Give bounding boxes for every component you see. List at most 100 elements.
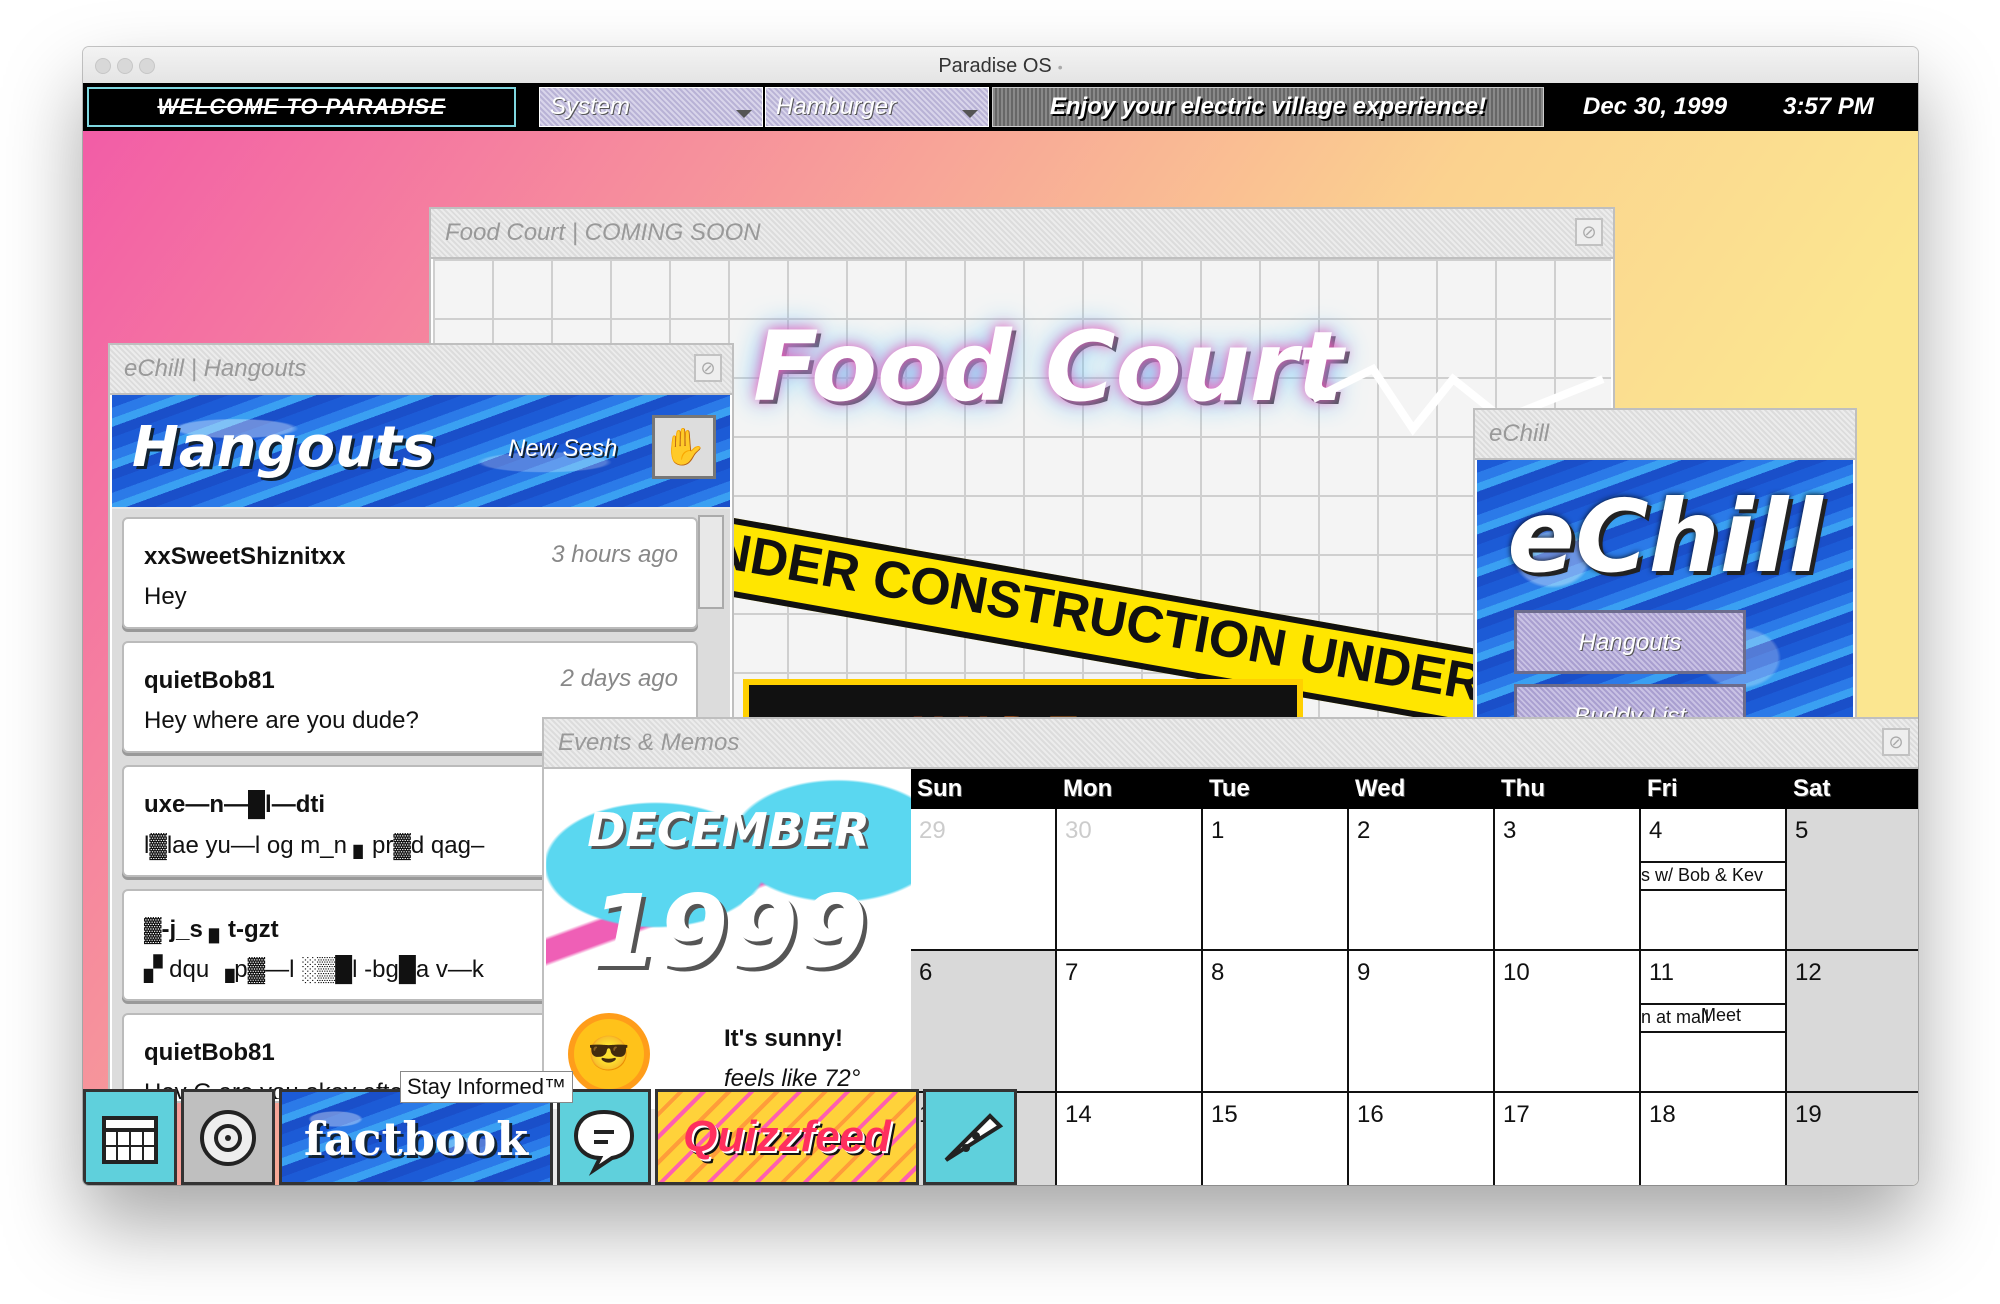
hangouts-button[interactable]: Hangouts bbox=[1514, 610, 1746, 674]
calendar-day[interactable]: 4 s w/ Bob & Kev bbox=[1641, 809, 1787, 951]
calendar-day[interactable]: 19 bbox=[1787, 1093, 1918, 1185]
pizza-dock-button[interactable] bbox=[923, 1089, 1017, 1185]
window-title: Paradise OS bbox=[938, 55, 1052, 77]
message-body: l▓lae yu—l og m_n ▖pr▓d qag– bbox=[144, 832, 485, 859]
calendar-day[interactable]: 30 bbox=[1057, 809, 1203, 951]
disc-dock-button[interactable] bbox=[181, 1089, 275, 1185]
factbook-dock-button[interactable]: factbook bbox=[279, 1089, 553, 1185]
calendar-day[interactable]: 1 bbox=[1203, 809, 1349, 951]
chat-dock-button[interactable] bbox=[557, 1089, 651, 1185]
clock-time: 3:57 PM bbox=[1783, 93, 1874, 120]
clock-date: Dec 30, 1999 bbox=[1583, 93, 1728, 120]
day-header: Tue bbox=[1209, 775, 1250, 802]
quizzfeed-label: Quizzfeed bbox=[683, 1112, 891, 1161]
calendar-day[interactable]: 14 bbox=[1057, 1093, 1203, 1185]
pizza-icon bbox=[944, 1113, 1004, 1162]
day-number: 9 bbox=[1357, 959, 1371, 986]
day-number: 15 bbox=[1211, 1101, 1238, 1128]
disc-icon bbox=[200, 1110, 256, 1166]
calendar-day[interactable]: 15 bbox=[1203, 1093, 1349, 1185]
message-body: Hey bbox=[144, 583, 187, 610]
calendar-day[interactable]: 5 bbox=[1787, 809, 1918, 951]
calendar-day[interactable]: 3 bbox=[1495, 809, 1641, 951]
sun-icon: 😎 bbox=[574, 1019, 644, 1089]
day-number: 10 bbox=[1503, 959, 1530, 986]
day-number: 18 bbox=[1649, 1101, 1676, 1128]
message-user: xxSweetShiznitxx bbox=[144, 543, 346, 570]
message-user: uxe—n—█l—dti bbox=[144, 791, 326, 818]
day-number: 1 bbox=[1211, 817, 1225, 844]
system-menu[interactable]: System bbox=[539, 87, 763, 127]
calendar-dock-button[interactable] bbox=[83, 1089, 177, 1185]
close-icon[interactable]: ⊘ bbox=[694, 354, 722, 382]
calendar-event[interactable]: Meet bbox=[1701, 1005, 1741, 1026]
events-window-title: Events & Memos bbox=[558, 729, 740, 756]
list-item[interactable]: xxSweetShiznitxx 3 hours ago Hey bbox=[122, 517, 698, 629]
food-court-title: Food Court | COMING SOON bbox=[445, 219, 761, 246]
day-header: Wed bbox=[1355, 775, 1406, 802]
hamburger-menu[interactable]: Hamburger bbox=[765, 87, 989, 127]
day-number: 30 bbox=[1065, 817, 1092, 844]
year-label: 1999 bbox=[589, 873, 868, 990]
calendar-day[interactable]: 7 bbox=[1057, 951, 1203, 1093]
calendar-day[interactable]: 29 bbox=[911, 809, 1057, 951]
weather-status: It's sunny! bbox=[724, 1025, 844, 1052]
chevron-down-icon bbox=[736, 110, 752, 118]
calendar-day[interactable]: 16 bbox=[1349, 1093, 1495, 1185]
message-user: quietBob81 bbox=[144, 1039, 275, 1066]
hangouts-titlebar[interactable]: eChill | Hangouts bbox=[110, 345, 732, 395]
day-header: Sun bbox=[917, 775, 963, 802]
message-time: 3 hours ago bbox=[551, 541, 678, 568]
calendar-day[interactable]: 9 bbox=[1349, 951, 1495, 1093]
app-window: Paradise OS • WELCOME TO PARADISE System … bbox=[83, 47, 1918, 1185]
day-header: Mon bbox=[1063, 775, 1113, 802]
month-label: DECEMBER bbox=[587, 803, 870, 857]
food-court-titlebar[interactable]: Food Court | COMING SOON bbox=[431, 209, 1613, 259]
day-number: 7 bbox=[1065, 959, 1079, 986]
welcome-banner: WELCOME TO PARADISE bbox=[87, 87, 516, 127]
factbook-label: factbook bbox=[303, 1112, 529, 1166]
echill-logo: eChill bbox=[1507, 478, 1823, 595]
events-titlebar[interactable]: Events & Memos bbox=[544, 719, 1918, 769]
calendar-header: Sun Mon Tue Wed Thu Fri Sat bbox=[911, 769, 1918, 809]
message-body: Hey where are you dude? bbox=[144, 707, 419, 734]
message-user: ▓-j_s ▖t-gzt bbox=[144, 916, 279, 943]
new-sesh-label: New Sesh bbox=[508, 435, 618, 462]
hamburger-menu-label: Hamburger bbox=[776, 93, 897, 120]
calendar-event[interactable]: s w/ Bob & Kev bbox=[1641, 861, 1785, 891]
day-number: 29 bbox=[919, 817, 946, 844]
new-sesh-button[interactable]: ✋ bbox=[652, 415, 716, 479]
day-number: 8 bbox=[1211, 959, 1225, 986]
echill-titlebar[interactable]: eChill bbox=[1475, 410, 1855, 460]
calendar-day[interactable]: 6 bbox=[911, 951, 1057, 1093]
quizzfeed-dock-button[interactable]: Quizzfeed bbox=[655, 1089, 919, 1185]
month-panel: DECEMBER 1999 😎 It's sunny! feels like 7… bbox=[546, 769, 911, 1109]
calendar-day[interactable]: 12 bbox=[1787, 951, 1918, 1093]
calendar-day[interactable]: 8 bbox=[1203, 951, 1349, 1093]
calendar-icon bbox=[102, 1116, 158, 1164]
food-court-logo: Food Court bbox=[753, 311, 1344, 423]
day-number: 6 bbox=[919, 959, 933, 986]
calendar-day[interactable]: 18 bbox=[1641, 1093, 1787, 1185]
day-number: 11 bbox=[1649, 959, 1674, 986]
day-number: 14 bbox=[1065, 1101, 1092, 1128]
message-user: quietBob81 bbox=[144, 667, 275, 694]
day-number: 16 bbox=[1357, 1101, 1384, 1128]
close-icon[interactable]: ⊘ bbox=[1575, 218, 1603, 246]
message-body: ▞ dqu ▗p▓—l ░▒█l -bg█a v—k bbox=[144, 956, 484, 983]
scrollbar[interactable] bbox=[698, 515, 724, 609]
desktop: WELCOME TO PARADISE System Hamburger Enj… bbox=[83, 83, 1918, 1185]
top-menu-bar: WELCOME TO PARADISE System Hamburger Enj… bbox=[83, 83, 1918, 131]
calendar-day[interactable]: 2 bbox=[1349, 809, 1495, 951]
day-header: Fri bbox=[1647, 775, 1678, 802]
hangouts-heading: Hangouts bbox=[132, 415, 436, 480]
calendar-day[interactable]: 17 bbox=[1495, 1093, 1641, 1185]
day-header: Sat bbox=[1793, 775, 1831, 802]
chat-bubble-icon bbox=[573, 1109, 635, 1176]
dock-tooltip: Stay Informed™ bbox=[400, 1071, 573, 1103]
system-menu-label: System bbox=[550, 93, 631, 120]
calendar-day[interactable]: 10 bbox=[1495, 951, 1641, 1093]
close-icon[interactable]: ⊘ bbox=[1882, 728, 1910, 756]
day-number: 12 bbox=[1795, 959, 1822, 986]
chevron-down-icon bbox=[962, 110, 978, 118]
